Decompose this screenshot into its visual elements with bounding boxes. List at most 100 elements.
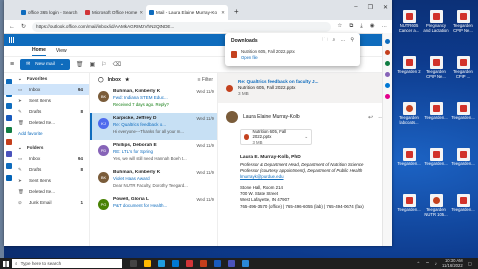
sig-email-link[interactable]: lmurrayk@purdue.edu bbox=[240, 174, 284, 179]
message-item[interactable]: BK Buhman, Kimberly K Wed 11/9 Fwd: India… bbox=[90, 86, 217, 113]
favorites-header[interactable]: ⌄ Favorites bbox=[4, 73, 89, 84]
attachment-card[interactable]: Nutrition 605, Fall 2022.pptx 3 MB ⌄ bbox=[240, 129, 312, 145]
tab-office-home[interactable]: Microsoft Office Home ✕ bbox=[82, 5, 144, 20]
new-mail-button[interactable]: ✉ New mail ⌄ bbox=[20, 59, 70, 70]
clock[interactable]: 10:30 AM 11/16/2022 bbox=[442, 258, 463, 269]
powerpoint-icon[interactable] bbox=[200, 260, 207, 267]
desktop-file-icon[interactable]: Teegarden NUTR 105... bbox=[422, 194, 450, 217]
maximize-button[interactable]: ❐ bbox=[368, 4, 373, 11]
mail-icon: ✉ bbox=[26, 62, 31, 67]
sweep-icon[interactable]: ⌫ bbox=[113, 61, 121, 68]
folder-drafts[interactable]: ✎ Drafts 8 bbox=[4, 106, 89, 117]
close-icon[interactable]: ✕ bbox=[79, 10, 80, 16]
more-icon[interactable]: … bbox=[340, 37, 345, 45]
volume-icon[interactable]: ♪ bbox=[435, 261, 437, 266]
folder-junk[interactable]: ⊘ Junk Email 1 bbox=[4, 197, 89, 208]
folders-header[interactable]: ⌄ Folders bbox=[4, 142, 89, 153]
refresh-icon[interactable]: ↻ bbox=[21, 23, 26, 30]
outlook-icon[interactable] bbox=[385, 94, 390, 99]
close-icon[interactable]: ✕ bbox=[139, 10, 143, 16]
task-view-icon[interactable] bbox=[130, 260, 137, 267]
avatar[interactable] bbox=[226, 111, 238, 123]
url-field[interactable]: https://outlook.office.com/mail/inbox/id… bbox=[32, 21, 332, 32]
chevron-down-icon[interactable]: ⌄ bbox=[304, 134, 308, 140]
acrobat-icon[interactable] bbox=[186, 260, 193, 267]
zoom-icon[interactable] bbox=[242, 260, 249, 267]
word-icon[interactable] bbox=[214, 260, 221, 267]
desktop-file-icon[interactable]: Teegarden labcoats... bbox=[395, 102, 423, 125]
avatar: BK bbox=[98, 91, 109, 102]
folder-drafts-2[interactable]: ✎ Drafts 8 bbox=[4, 164, 89, 175]
desktop-file-icon[interactable]: Teegarden CPIP Ne... bbox=[449, 10, 477, 33]
desktop-file-icon[interactable]: Teegarden CPIP ... bbox=[449, 56, 477, 79]
desktop-file-icon[interactable]: Teegarden 2 bbox=[395, 56, 423, 75]
filter-button[interactable]: ≡ Filter bbox=[198, 77, 217, 83]
star-icon[interactable]: ★ bbox=[125, 77, 129, 83]
message-item[interactable]: PG Powell, Gloria L Wed 11/9 P&T document… bbox=[90, 194, 217, 221]
desktop-file-icon[interactable]: Teegarden... bbox=[449, 148, 477, 167]
office-icon[interactable] bbox=[385, 83, 390, 88]
app-launcher-icon[interactable] bbox=[9, 37, 15, 43]
message-preview: Hi everyone---Thanks for all your m... bbox=[113, 128, 184, 134]
search-icon[interactable]: ⌕ bbox=[333, 37, 336, 45]
teams-icon[interactable] bbox=[228, 260, 235, 267]
desktop-file-icon[interactable]: Teegarden... bbox=[395, 194, 423, 213]
back-icon[interactable]: ← bbox=[9, 24, 15, 30]
folder-deleted-2[interactable]: 🗑 Deleted Ite... bbox=[4, 186, 89, 197]
collections-icon[interactable]: ⧉ bbox=[349, 23, 353, 30]
download-icon[interactable]: ⤓ bbox=[360, 23, 362, 30]
search-icon[interactable] bbox=[385, 39, 390, 44]
pdf-file-icon bbox=[429, 148, 443, 161]
folder-icon[interactable]: 🗀 bbox=[323, 37, 328, 45]
tab-search[interactable]: office 365 login - Search✕ bbox=[18, 5, 80, 20]
tab-mail[interactable]: Mail - Laura Elaine Murray-Ko ✕ bbox=[146, 5, 228, 20]
tab-home[interactable]: Home bbox=[32, 47, 46, 56]
pin-icon[interactable]: ⚲ bbox=[350, 37, 354, 45]
folder-deleted[interactable]: 🗑 Deleted Ite... bbox=[4, 117, 89, 128]
desktop-file-icon[interactable]: Teegarden... bbox=[449, 102, 477, 121]
tab-view[interactable]: View bbox=[56, 48, 67, 56]
new-tab-button[interactable]: + bbox=[230, 7, 243, 20]
file-explorer-icon[interactable] bbox=[144, 260, 151, 267]
desktop-file-icon[interactable]: Teegarden... bbox=[422, 148, 450, 167]
sender-name[interactable]: Laura Elaine Murray-Kolb bbox=[243, 114, 300, 120]
folder-inbox[interactable]: ▭ Inbox 94 bbox=[4, 84, 89, 95]
reply-icon[interactable]: ↩ bbox=[368, 114, 373, 121]
favorites-icon[interactable]: ☆ bbox=[337, 23, 342, 30]
more-icon[interactable]: … bbox=[382, 23, 388, 30]
message-item[interactable]: KJ Karpicke, Jeffrey D Wed 11/9 Re: Qualt… bbox=[90, 113, 217, 140]
menu-icon[interactable]: ≡ bbox=[10, 61, 14, 68]
network-icon[interactable]: ⌔ bbox=[425, 261, 429, 267]
download-item[interactable]: Nutrition 605, Fall 2022.pptx Open file bbox=[231, 49, 354, 60]
notifications-icon[interactable]: ▢ bbox=[468, 261, 472, 267]
taskbar-search[interactable]: ⌕ Type here to search bbox=[12, 259, 122, 268]
open-file-link[interactable]: Open file bbox=[241, 55, 295, 60]
outlook-icon[interactable] bbox=[172, 260, 179, 267]
archive-icon[interactable]: ▣ bbox=[90, 61, 96, 68]
shopping-icon[interactable] bbox=[385, 50, 390, 55]
desktop-file-icon[interactable]: Teegarden... bbox=[395, 148, 423, 167]
desktop-file-icon[interactable]: NUTR605 Cancer a... bbox=[395, 10, 423, 33]
folder-sent[interactable]: ➤ Sent Items bbox=[4, 95, 89, 106]
message-item[interactable]: PD Phillips, Deborah E Wed 11/9 RE: LTL's… bbox=[90, 140, 217, 167]
desktop-file-icon[interactable]: Teegarden... bbox=[422, 102, 450, 121]
message-item[interactable]: BK Buhman, Kimberly K Wed 11/9 Violet Haa… bbox=[90, 167, 217, 194]
delete-icon[interactable]: 🗑 bbox=[76, 61, 84, 68]
edge-icon[interactable] bbox=[158, 260, 165, 267]
games-icon[interactable] bbox=[385, 72, 390, 77]
tools-icon[interactable] bbox=[385, 61, 390, 66]
folder-inbox-2[interactable]: ▭ Inbox 94 bbox=[4, 153, 89, 164]
report-icon[interactable]: ⚐ bbox=[101, 61, 106, 68]
desktop-file-icon[interactable]: Pregnancy and Lactation bbox=[422, 10, 450, 33]
desktop-file-icon[interactable]: Teegarden... bbox=[449, 194, 477, 213]
folder-sent-2[interactable]: ➤ Sent Items bbox=[4, 175, 89, 186]
start-button[interactable] bbox=[0, 258, 12, 269]
minimize-button[interactable]: – bbox=[354, 4, 357, 11]
close-icon[interactable]: ✕ bbox=[221, 10, 225, 16]
profile-icon[interactable]: ◉ bbox=[370, 23, 375, 30]
select-all-checkbox[interactable]: ◯ bbox=[98, 77, 104, 83]
chevron-up-icon[interactable]: ⌃ bbox=[417, 261, 421, 267]
desktop-file-icon[interactable]: Teegarden CPIP Ne... bbox=[422, 56, 450, 79]
add-favorite-link[interactable]: Add favorite bbox=[4, 128, 89, 139]
close-window-button[interactable]: ✕ bbox=[383, 4, 388, 11]
